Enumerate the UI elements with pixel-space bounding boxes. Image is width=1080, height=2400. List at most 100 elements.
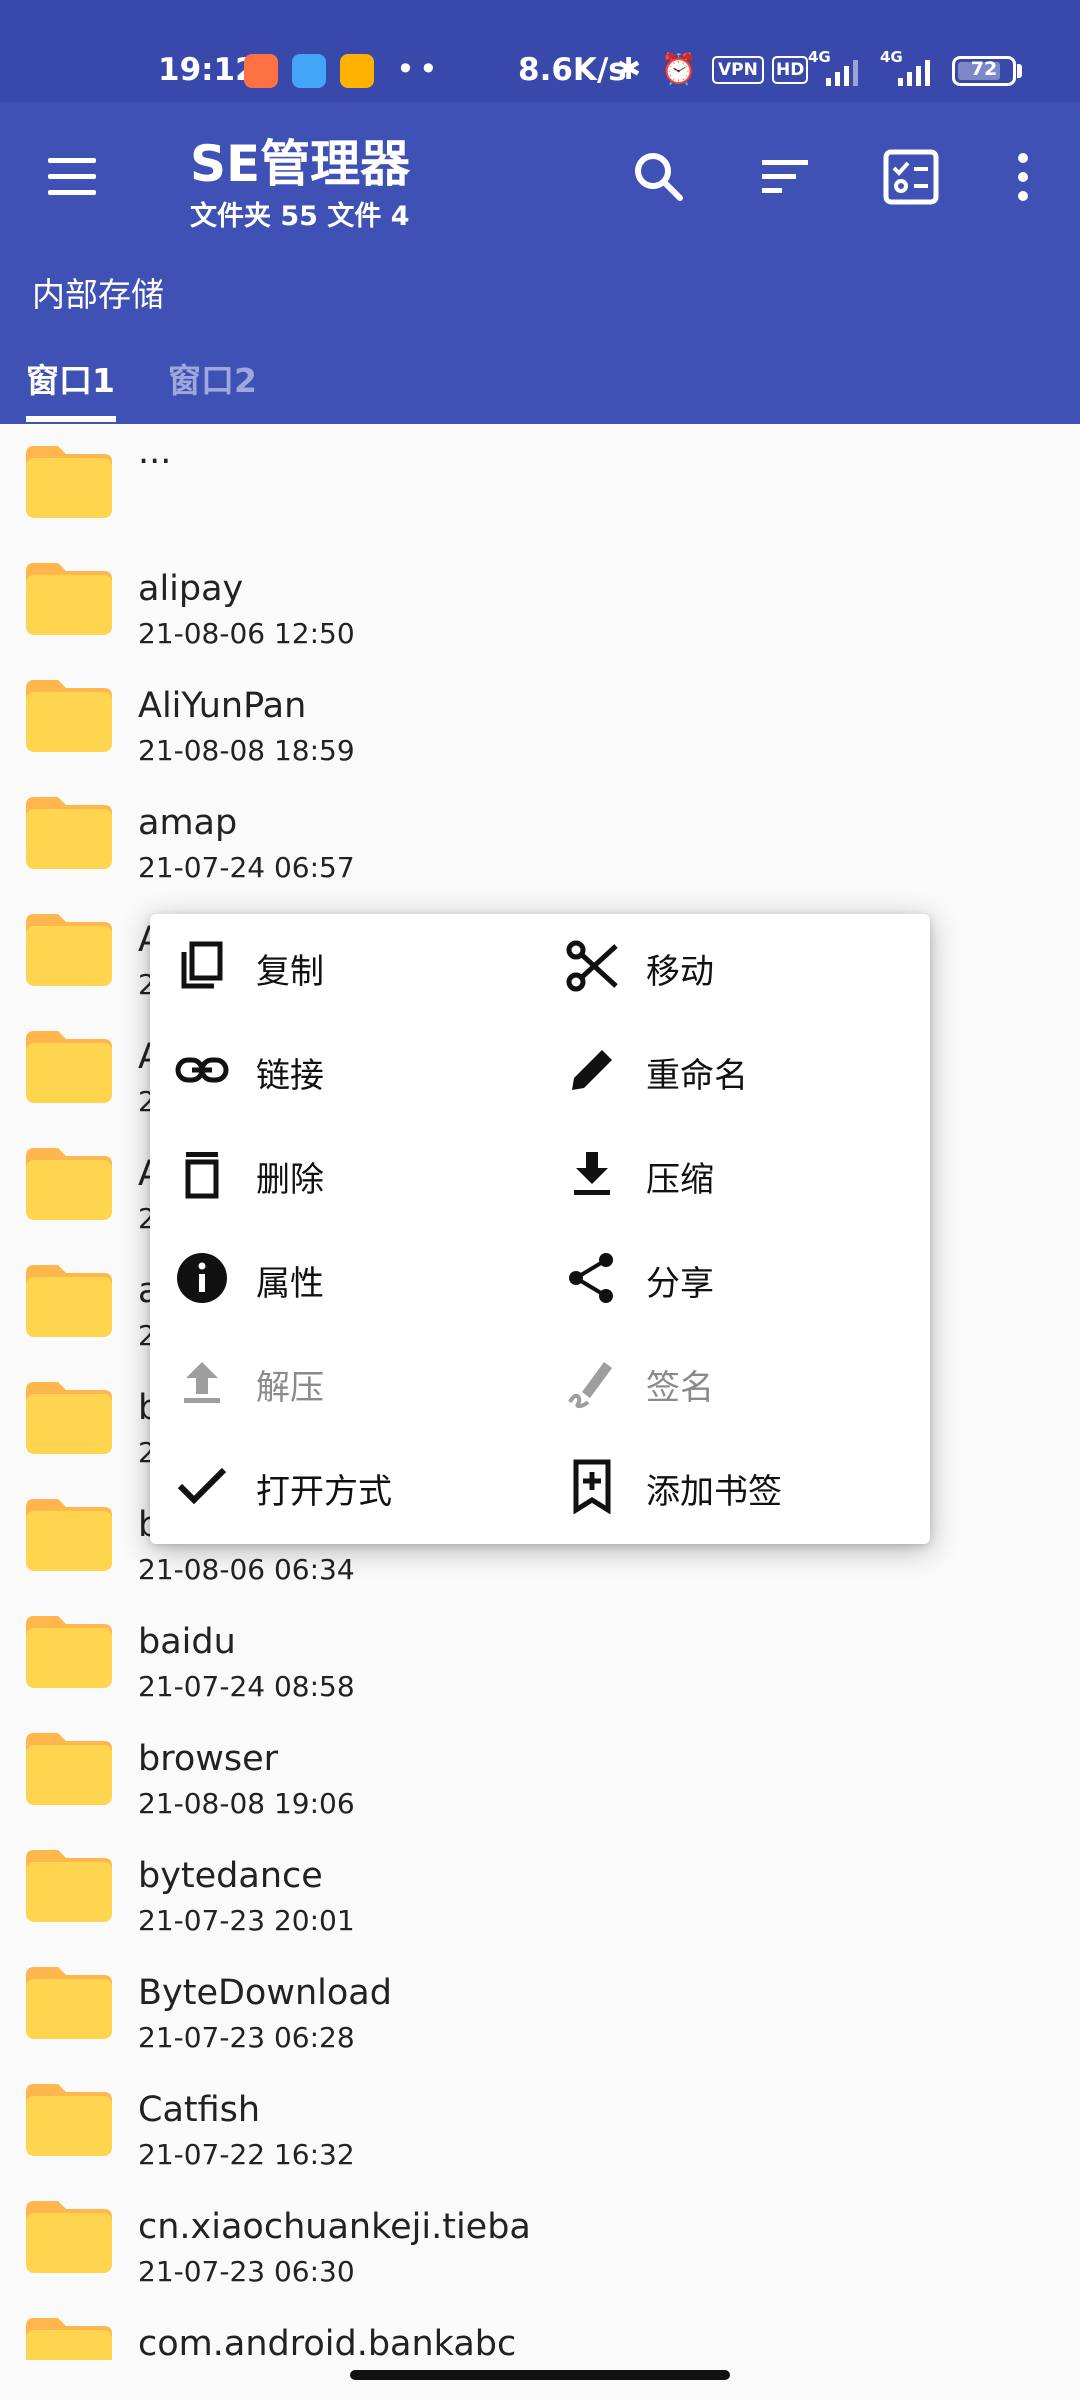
bluetooth-icon: ✱ — [616, 52, 642, 87]
menu-item-label: 分享 — [646, 1264, 714, 1304]
link-icon — [174, 1042, 230, 1098]
more-notifications-icon: •• — [396, 50, 442, 88]
more-options-icon[interactable] — [988, 142, 1058, 212]
menu-item-label: 添加书签 — [646, 1472, 782, 1512]
menu-item-open-with[interactable]: 打开方式 — [150, 1434, 530, 1534]
status-bar: 19:12 •• 8.6K/s ✱ ⏰ VPN HD 4G 4G 72 — [0, 0, 1080, 102]
active-tab-indicator — [26, 416, 116, 422]
file-date: 21-08-08 18:59 — [138, 734, 355, 767]
menu-item-link[interactable]: 链接 — [150, 1018, 530, 1118]
menu-item-extract[interactable]: 解压 — [150, 1330, 530, 1430]
menu-item-label: 签名 — [646, 1368, 714, 1408]
folder-icon — [26, 1967, 112, 2039]
alarm-icon: ⏰ — [660, 52, 698, 87]
share-icon — [564, 1250, 620, 1306]
file-date: 21-07-22 16:32 — [138, 2138, 355, 2171]
menu-item-add-bookmark[interactable]: 添加书签 — [540, 1434, 920, 1534]
signature-icon — [564, 1354, 620, 1410]
menu-item-label: 重命名 — [646, 1056, 748, 1096]
list-item[interactable]: amap 21-07-24 06:57 — [0, 775, 1080, 892]
menu-item-label: 打开方式 — [256, 1472, 392, 1512]
multi-select-icon[interactable] — [876, 142, 946, 212]
file-name: alipay — [138, 569, 244, 609]
list-item[interactable]: AliYunPan 21-08-08 18:59 — [0, 658, 1080, 775]
list-item[interactable]: cn.xiaochuankeji.tieba 21-07-23 06:30 — [0, 2179, 1080, 2296]
list-item[interactable]: browser 21-08-08 19:06 — [0, 1711, 1080, 1828]
context-menu: 复制 移动 链接 重命名 删除 压缩 属性 分享 解压 签名 打开方式 添加书签 — [150, 914, 930, 1544]
clock: 19:12 — [158, 52, 257, 88]
message-app-icon — [292, 54, 326, 88]
menu-icon[interactable] — [44, 154, 100, 198]
folder-icon — [26, 446, 112, 518]
pencil-icon — [564, 1042, 620, 1098]
file-name: amap — [138, 803, 238, 843]
file-name: browser — [138, 1739, 279, 1779]
tab-window-2[interactable]: 窗口2 — [168, 354, 257, 402]
battery-icon: 72 — [952, 56, 1016, 86]
bookmark-add-icon — [564, 1458, 620, 1515]
list-item[interactable]: ByteDownload 21-07-23 06:28 — [0, 1945, 1080, 2062]
file-name: Catfish — [138, 2090, 261, 2130]
list-item[interactable]: Catfish 21-07-22 16:32 — [0, 2062, 1080, 2179]
file-name: AliYunPan — [138, 686, 307, 726]
file-name: ByteDownload — [138, 1973, 392, 2013]
breadcrumb[interactable]: 内部存储 — [32, 268, 164, 316]
list-item[interactable]: baidu 21-07-24 08:58 — [0, 1594, 1080, 1711]
file-date: 21-07-23 06:30 — [138, 2255, 355, 2288]
file-name: cn.xiaochuankeji.tieba — [138, 2207, 531, 2247]
menu-item-share[interactable]: 分享 — [540, 1226, 920, 1326]
menu-item-sign[interactable]: 签名 — [540, 1330, 920, 1430]
gesture-bar[interactable] — [350, 2370, 730, 2380]
list-item[interactable]: bytedance 21-07-23 20:01 — [0, 1828, 1080, 1945]
app-bar: SE管理器 文件夹 55 文件 4 内部存储 窗口1 窗口2 — [0, 102, 1080, 424]
folder-icon — [26, 2201, 112, 2273]
folder-icon — [26, 1733, 112, 1805]
game-app-icon — [340, 54, 374, 88]
list-item[interactable]: com.android.bankabc — [0, 2296, 1080, 2360]
folder-icon — [26, 1265, 112, 1337]
folder-icon — [26, 1616, 112, 1688]
info-icon — [174, 1250, 230, 1306]
upload-icon — [174, 1354, 230, 1410]
list-item[interactable]: ... — [0, 424, 1080, 541]
search-icon[interactable] — [624, 142, 694, 212]
menu-item-label: 复制 — [256, 952, 324, 992]
folder-icon — [26, 680, 112, 752]
mi-app-icon — [244, 54, 278, 88]
scissors-icon — [564, 938, 620, 994]
menu-item-label: 移动 — [646, 952, 714, 992]
folder-icon — [26, 1148, 112, 1220]
menu-item-delete[interactable]: 删除 — [150, 1122, 530, 1222]
file-name: bytedance — [138, 1856, 323, 1896]
menu-item-move[interactable]: 移动 — [540, 914, 920, 1014]
folder-icon — [26, 797, 112, 869]
sort-icon[interactable] — [750, 142, 820, 212]
menu-item-label: 删除 — [256, 1160, 324, 1200]
check-icon — [174, 1458, 230, 1514]
menu-item-rename[interactable]: 重命名 — [540, 1018, 920, 1118]
file-date: 21-08-06 06:34 — [138, 1553, 355, 1586]
file-name: com.android.bankabc — [138, 2324, 517, 2360]
tab-window-1[interactable]: 窗口1 — [26, 354, 115, 402]
hd-badge: HD — [772, 56, 809, 84]
folder-icon — [26, 2318, 112, 2360]
folder-icon — [26, 1031, 112, 1103]
menu-item-label: 链接 — [256, 1056, 324, 1096]
menu-item-label: 属性 — [256, 1264, 324, 1304]
folder-icon — [26, 1499, 112, 1571]
vpn-badge: VPN — [712, 56, 764, 84]
menu-item-compress[interactable]: 压缩 — [540, 1122, 920, 1222]
file-date: 21-07-24 08:58 — [138, 1670, 355, 1703]
file-date: 21-07-23 06:28 — [138, 2021, 355, 2054]
menu-item-properties[interactable]: 属性 — [150, 1226, 530, 1326]
list-item[interactable]: alipay 21-08-06 12:50 — [0, 541, 1080, 658]
file-date: 21-07-24 06:57 — [138, 851, 355, 884]
folder-icon — [26, 1850, 112, 1922]
sim2-signal-icon — [894, 50, 940, 86]
file-date: 21-08-06 12:50 — [138, 617, 355, 650]
file-name: ... — [138, 432, 172, 472]
menu-item-copy[interactable]: 复制 — [150, 914, 530, 1014]
trash-icon — [174, 1146, 230, 1202]
folder-file-count: 文件夹 55 文件 4 — [190, 201, 410, 232]
file-date: 21-08-08 19:06 — [138, 1787, 355, 1820]
